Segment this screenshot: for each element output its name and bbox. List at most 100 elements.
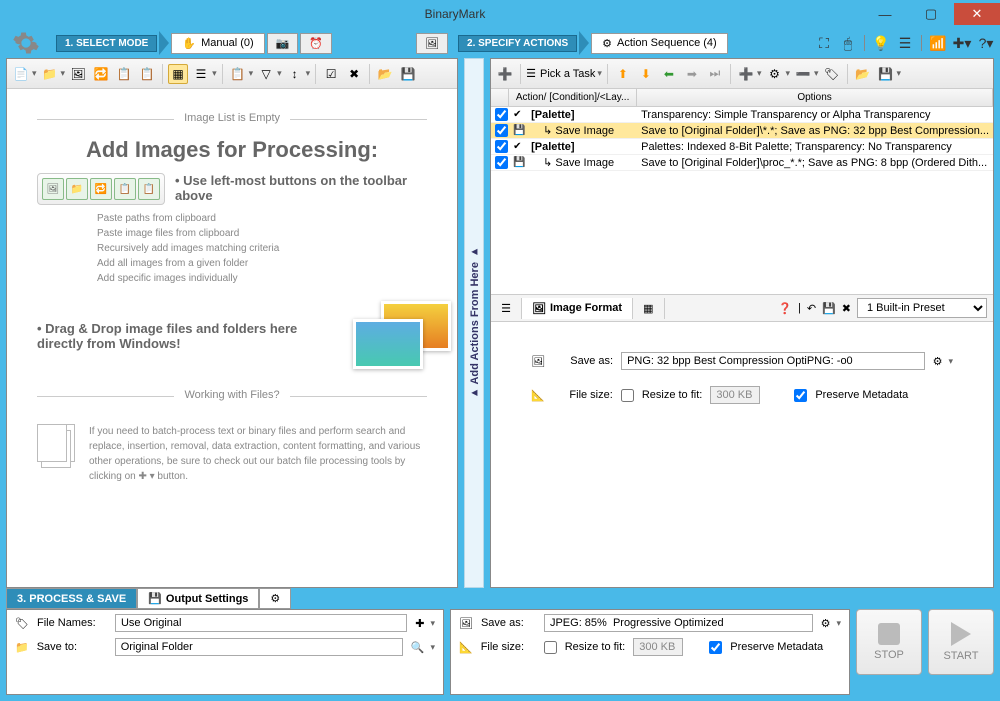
maximize-button[interactable]: ▢ bbox=[908, 3, 954, 25]
gear-icon[interactable]: ⚙ bbox=[821, 617, 831, 630]
tab-manual[interactable]: ✋ Manual (0) bbox=[171, 33, 264, 54]
files-text: If you need to batch-process text or bin… bbox=[89, 424, 427, 484]
filenames-label: File Names: bbox=[37, 617, 107, 629]
move-up-button[interactable]: ⬆ bbox=[613, 64, 633, 84]
settings-gear-button[interactable] bbox=[6, 28, 46, 58]
step-1-label: 1. SELECT MODE bbox=[56, 35, 157, 52]
move-down-button[interactable]: ⬇ bbox=[636, 64, 656, 84]
tab-output-gear[interactable]: ⚙ bbox=[259, 588, 291, 609]
add-image-button[interactable]: 🖼 bbox=[68, 64, 88, 84]
save-sequence-button[interactable]: 💾 bbox=[876, 64, 896, 84]
mini-toolbar-sample: 🖼 📁 🔁 📋 📋 bbox=[37, 173, 165, 205]
tab-action-sequence[interactable]: ⚙ Action Sequence (4) bbox=[591, 33, 728, 54]
tab-action-sequence-label: Action Sequence (4) bbox=[617, 37, 717, 49]
preserve-metadata-checkbox[interactable] bbox=[794, 389, 807, 402]
thumbnail-illustration bbox=[353, 301, 427, 371]
filter-button[interactable]: ▽ bbox=[256, 64, 276, 84]
minimize-button[interactable]: — bbox=[862, 3, 908, 25]
open-sequence-button[interactable]: 📂 bbox=[853, 64, 873, 84]
save-icon: 💾 bbox=[513, 125, 531, 136]
mouse-icon[interactable]: 🖱 bbox=[840, 35, 856, 51]
paste-paths-button[interactable]: 📋 bbox=[137, 64, 157, 84]
table-row[interactable]: 💾 ↳ Save Image Save to [Original Folder]… bbox=[491, 123, 993, 139]
pick-task-dropdown[interactable]: ☰ Pick a Task ▾ bbox=[526, 67, 602, 80]
row-options: Save to [Original Folder]\*.*; Save as P… bbox=[641, 125, 989, 137]
row-action-name: ↳ Save Image bbox=[531, 124, 641, 137]
save-list-button[interactable]: 💾 bbox=[398, 64, 418, 84]
view-list-button[interactable]: ☰ bbox=[191, 64, 211, 84]
footer-resize-input bbox=[633, 638, 683, 656]
remove-action-button[interactable]: ➖ bbox=[793, 64, 813, 84]
line-specific: Add specific images individually bbox=[97, 271, 427, 286]
bulb-icon[interactable]: 💡 bbox=[873, 35, 889, 51]
new-button[interactable]: 📄 bbox=[11, 64, 31, 84]
start-button[interactable]: START bbox=[928, 609, 994, 675]
add-folder-button[interactable]: 📁 bbox=[40, 64, 60, 84]
row-checkbox[interactable] bbox=[495, 140, 508, 153]
row-checkbox[interactable] bbox=[495, 124, 508, 137]
tab-image-format[interactable]: 🖼 Image Format bbox=[522, 298, 633, 319]
check-button[interactable]: ☑ bbox=[321, 64, 341, 84]
footer-resize-checkbox[interactable] bbox=[544, 641, 557, 654]
close-button[interactable]: ✕ bbox=[954, 3, 1000, 25]
view-thumbnails-button[interactable]: ▦ bbox=[168, 64, 188, 84]
tab-output-settings[interactable]: 💾 Output Settings bbox=[137, 588, 259, 609]
tab-image[interactable]: 🖼 bbox=[416, 33, 448, 54]
add-group-button[interactable]: ➕ bbox=[736, 64, 756, 84]
help-icon[interactable]: ?▾ bbox=[978, 35, 994, 51]
undo-button[interactable]: ⬅ bbox=[659, 64, 679, 84]
wifi-icon[interactable]: 📶 bbox=[930, 35, 946, 51]
resize-value-input bbox=[710, 386, 760, 404]
row-options: Save to [Original Folder]\proc_*.*; Save… bbox=[641, 157, 989, 169]
delete-preset-button[interactable]: ✖ bbox=[842, 302, 851, 315]
mini-paste-paths-icon: 📋 bbox=[138, 178, 160, 200]
sort-button[interactable]: ↕ bbox=[285, 64, 305, 84]
tab-clock[interactable]: ⏰ bbox=[300, 33, 332, 54]
filesize-icon: 📐 bbox=[531, 389, 545, 402]
footer-preserve-checkbox[interactable] bbox=[709, 641, 722, 654]
add-action-button[interactable]: ➕ bbox=[495, 64, 515, 84]
remove-button[interactable]: ✖ bbox=[344, 64, 364, 84]
open-folder-button[interactable]: 📂 bbox=[375, 64, 395, 84]
header-action[interactable]: Action/ [Condition]/<Lay... bbox=[509, 89, 637, 106]
row-checkbox[interactable] bbox=[495, 108, 508, 121]
redo-button[interactable]: ➡ bbox=[682, 64, 702, 84]
undo-icon[interactable]: ↶ bbox=[807, 302, 816, 315]
gear-icon[interactable]: ⚙ bbox=[933, 355, 943, 368]
filenames-input[interactable] bbox=[115, 614, 407, 632]
save-preset-button[interactable]: 💾 bbox=[822, 302, 836, 315]
screen-icon[interactable]: ⛶ bbox=[816, 35, 832, 51]
list-icon[interactable]: ☰ bbox=[897, 35, 913, 51]
add-recursive-button[interactable]: 🔁 bbox=[91, 64, 111, 84]
skip-button[interactable]: ⏭ bbox=[705, 64, 725, 84]
table-row[interactable]: 💾 ↳ Save Image Save to [Original Folder]… bbox=[491, 155, 993, 171]
action-properties-tabs: ☰ 🖼 Image Format ▦ ❓ | ↶ 💾 ✖ 1 Built-in … bbox=[491, 294, 993, 322]
footer: 🏷 File Names: ✚▾ 📁 Save to: 🔍▾ 🖼 Save as… bbox=[0, 609, 1000, 701]
saveto-input[interactable] bbox=[115, 638, 403, 656]
paste-files-button[interactable]: 📋 bbox=[114, 64, 134, 84]
table-row[interactable]: ✔ [Palette] Transparency: Simple Transpa… bbox=[491, 107, 993, 123]
save-as-input[interactable] bbox=[621, 352, 925, 370]
tag-button[interactable]: 🏷 bbox=[822, 64, 842, 84]
footer-resize-label: Resize to fit: bbox=[565, 641, 626, 653]
footer-saveas-input[interactable] bbox=[544, 614, 813, 632]
settings-button[interactable]: ⚙ bbox=[764, 64, 784, 84]
preset-dropdown[interactable]: 1 Built-in Preset bbox=[857, 298, 987, 318]
stop-button[interactable]: STOP bbox=[856, 609, 922, 675]
tab-props-1[interactable]: ☰ bbox=[491, 298, 522, 319]
output-settings-right: 🖼 Save as: ⚙▾ 📐 File size: Resize to fit… bbox=[450, 609, 850, 695]
header-options[interactable]: Options bbox=[637, 89, 993, 106]
plus-icon[interactable]: ✚▾ bbox=[954, 35, 970, 51]
tab-props-3[interactable]: ▦ bbox=[633, 298, 664, 319]
row-checkbox[interactable] bbox=[495, 156, 508, 169]
table-row[interactable]: ✔ [Palette] Palettes: Indexed 8-Bit Pale… bbox=[491, 139, 993, 155]
mini-recursive-icon: 🔁 bbox=[90, 178, 112, 200]
resize-checkbox[interactable] bbox=[621, 389, 634, 402]
add-actions-vertical-bar[interactable]: ▸ Add Actions From Here ▸ bbox=[464, 58, 484, 588]
search-icon[interactable]: 🔍 bbox=[411, 641, 425, 654]
plus-icon[interactable]: ✚ bbox=[415, 617, 424, 630]
help-icon[interactable]: ❓ bbox=[778, 302, 792, 315]
resize-label: Resize to fit: bbox=[642, 389, 703, 401]
copy-button[interactable]: 📋 bbox=[228, 64, 248, 84]
tab-camera[interactable]: 📷 bbox=[267, 33, 299, 54]
